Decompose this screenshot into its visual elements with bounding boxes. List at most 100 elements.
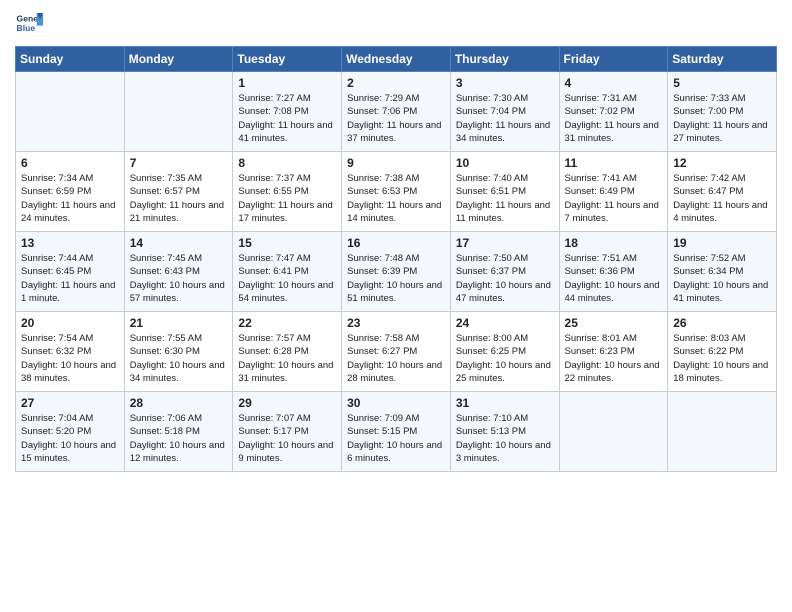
week-row-4: 20Sunrise: 7:54 AMSunset: 6:32 PMDayligh… bbox=[16, 312, 777, 392]
day-detail: Sunrise: 7:42 AMSunset: 6:47 PMDaylight:… bbox=[673, 172, 771, 225]
day-number: 2 bbox=[347, 76, 445, 90]
day-detail: Sunrise: 7:44 AMSunset: 6:45 PMDaylight:… bbox=[21, 252, 119, 305]
day-detail: Sunrise: 7:35 AMSunset: 6:57 PMDaylight:… bbox=[130, 172, 228, 225]
day-number: 14 bbox=[130, 236, 228, 250]
day-detail: Sunrise: 7:45 AMSunset: 6:43 PMDaylight:… bbox=[130, 252, 228, 305]
day-number: 23 bbox=[347, 316, 445, 330]
day-number: 19 bbox=[673, 236, 771, 250]
day-number: 12 bbox=[673, 156, 771, 170]
calendar-cell: 25Sunrise: 8:01 AMSunset: 6:23 PMDayligh… bbox=[559, 312, 668, 392]
day-detail: Sunrise: 7:57 AMSunset: 6:28 PMDaylight:… bbox=[238, 332, 336, 385]
day-number: 30 bbox=[347, 396, 445, 410]
day-number: 11 bbox=[565, 156, 663, 170]
day-detail: Sunrise: 7:33 AMSunset: 7:00 PMDaylight:… bbox=[673, 92, 771, 145]
calendar-cell: 22 Sunrise: 7:57 AMSunset: 6:28 PMDayligh… bbox=[233, 312, 342, 392]
calendar-cell: 27Sunrise: 7:04 AMSunset: 5:20 PMDayligh… bbox=[16, 392, 125, 472]
calendar-cell: 7 Sunrise: 7:35 AMSunset: 6:57 PMDaylight… bbox=[124, 152, 233, 232]
svg-text:Blue: Blue bbox=[17, 23, 36, 33]
calendar-page: General Blue SundayMondayTuesdayWednesda… bbox=[0, 0, 792, 487]
week-row-5: 27Sunrise: 7:04 AMSunset: 5:20 PMDayligh… bbox=[16, 392, 777, 472]
day-detail: Sunrise: 7:29 AMSunset: 7:06 PMDaylight:… bbox=[347, 92, 445, 145]
day-detail: Sunrise: 7:52 AMSunset: 6:34 PMDaylight:… bbox=[673, 252, 771, 305]
day-detail: Sunrise: 7:41 AMSunset: 6:49 PMDaylight:… bbox=[565, 172, 663, 225]
header: General Blue bbox=[15, 10, 777, 38]
day-detail: Sunrise: 7:50 AMSunset: 6:37 PMDaylight:… bbox=[456, 252, 554, 305]
day-detail: Sunrise: 7:54 AMSunset: 6:32 PMDaylight:… bbox=[21, 332, 119, 385]
calendar-cell: 17 Sunrise: 7:50 AMSunset: 6:37 PMDayligh… bbox=[450, 232, 559, 312]
calendar-cell: 13 Sunrise: 7:44 AMSunset: 6:45 PMDayligh… bbox=[16, 232, 125, 312]
day-number: 4 bbox=[565, 76, 663, 90]
col-header-friday: Friday bbox=[559, 47, 668, 72]
calendar-cell: 12 Sunrise: 7:42 AMSunset: 6:47 PMDayligh… bbox=[668, 152, 777, 232]
col-header-saturday: Saturday bbox=[668, 47, 777, 72]
calendar-cell: 3 Sunrise: 7:30 AMSunset: 7:04 PMDaylight… bbox=[450, 72, 559, 152]
day-detail: Sunrise: 7:55 AMSunset: 6:30 PMDaylight:… bbox=[130, 332, 228, 385]
day-detail: Sunrise: 7:38 AMSunset: 6:53 PMDaylight:… bbox=[347, 172, 445, 225]
day-detail: Sunrise: 7:06 AMSunset: 5:18 PMDaylight:… bbox=[130, 412, 228, 465]
day-number: 15 bbox=[238, 236, 336, 250]
day-detail: Sunrise: 7:10 AMSunset: 5:13 PMDaylight:… bbox=[456, 412, 554, 465]
day-detail: Sunrise: 7:37 AMSunset: 6:55 PMDaylight:… bbox=[238, 172, 336, 225]
day-number: 9 bbox=[347, 156, 445, 170]
day-detail: Sunrise: 7:31 AMSunset: 7:02 PMDaylight:… bbox=[565, 92, 663, 145]
day-number: 26 bbox=[673, 316, 771, 330]
week-row-3: 13 Sunrise: 7:44 AMSunset: 6:45 PMDayligh… bbox=[16, 232, 777, 312]
day-number: 3 bbox=[456, 76, 554, 90]
day-number: 8 bbox=[238, 156, 336, 170]
calendar-cell: 15 Sunrise: 7:47 AMSunset: 6:41 PMDayligh… bbox=[233, 232, 342, 312]
day-detail: Sunrise: 7:27 AMSunset: 7:08 PMDaylight:… bbox=[238, 92, 336, 145]
calendar-cell bbox=[124, 72, 233, 152]
day-detail: Sunrise: 8:01 AMSunset: 6:23 PMDaylight:… bbox=[565, 332, 663, 385]
day-detail: Sunrise: 7:47 AMSunset: 6:41 PMDaylight:… bbox=[238, 252, 336, 305]
calendar-cell: 24Sunrise: 8:00 AMSunset: 6:25 PMDayligh… bbox=[450, 312, 559, 392]
week-row-2: 6 Sunrise: 7:34 AMSunset: 6:59 PMDaylight… bbox=[16, 152, 777, 232]
calendar-cell: 4 Sunrise: 7:31 AMSunset: 7:02 PMDaylight… bbox=[559, 72, 668, 152]
calendar-cell: 5 Sunrise: 7:33 AMSunset: 7:00 PMDaylight… bbox=[668, 72, 777, 152]
day-number: 5 bbox=[673, 76, 771, 90]
day-number: 10 bbox=[456, 156, 554, 170]
day-number: 21 bbox=[130, 316, 228, 330]
calendar-cell: 31Sunrise: 7:10 AMSunset: 5:13 PMDayligh… bbox=[450, 392, 559, 472]
calendar-cell: 21 Sunrise: 7:55 AMSunset: 6:30 PMDayligh… bbox=[124, 312, 233, 392]
day-detail: Sunrise: 7:40 AMSunset: 6:51 PMDaylight:… bbox=[456, 172, 554, 225]
day-number: 1 bbox=[238, 76, 336, 90]
day-detail: Sunrise: 7:09 AMSunset: 5:15 PMDaylight:… bbox=[347, 412, 445, 465]
day-number: 6 bbox=[21, 156, 119, 170]
calendar-cell: 19 Sunrise: 7:52 AMSunset: 6:34 PMDayligh… bbox=[668, 232, 777, 312]
calendar-cell: 11 Sunrise: 7:41 AMSunset: 6:49 PMDayligh… bbox=[559, 152, 668, 232]
day-detail: Sunrise: 7:48 AMSunset: 6:39 PMDaylight:… bbox=[347, 252, 445, 305]
calendar-cell bbox=[16, 72, 125, 152]
col-header-monday: Monday bbox=[124, 47, 233, 72]
day-number: 16 bbox=[347, 236, 445, 250]
calendar-cell: 18Sunrise: 7:51 AMSunset: 6:36 PMDayligh… bbox=[559, 232, 668, 312]
header-row: SundayMondayTuesdayWednesdayThursdayFrid… bbox=[16, 47, 777, 72]
calendar-cell: 14 Sunrise: 7:45 AMSunset: 6:43 PMDayligh… bbox=[124, 232, 233, 312]
day-number: 28 bbox=[130, 396, 228, 410]
day-detail: Sunrise: 7:07 AMSunset: 5:17 PMDaylight:… bbox=[238, 412, 336, 465]
day-detail: Sunrise: 7:04 AMSunset: 5:20 PMDaylight:… bbox=[21, 412, 119, 465]
calendar-cell: 26Sunrise: 8:03 AMSunset: 6:22 PMDayligh… bbox=[668, 312, 777, 392]
calendar-cell bbox=[559, 392, 668, 472]
day-number: 17 bbox=[456, 236, 554, 250]
day-number: 29 bbox=[238, 396, 336, 410]
day-number: 24 bbox=[456, 316, 554, 330]
day-number: 13 bbox=[21, 236, 119, 250]
calendar-cell: 9 Sunrise: 7:38 AMSunset: 6:53 PMDaylight… bbox=[342, 152, 451, 232]
day-number: 22 bbox=[238, 316, 336, 330]
calendar-cell: 30 Sunrise: 7:09 AMSunset: 5:15 PMDayligh… bbox=[342, 392, 451, 472]
week-row-1: 1 Sunrise: 7:27 AMSunset: 7:08 PMDaylight… bbox=[16, 72, 777, 152]
day-detail: Sunrise: 7:34 AMSunset: 6:59 PMDaylight:… bbox=[21, 172, 119, 225]
calendar-cell: 16 Sunrise: 7:48 AMSunset: 6:39 PMDayligh… bbox=[342, 232, 451, 312]
calendar-cell: 28 Sunrise: 7:06 AMSunset: 5:18 PMDayligh… bbox=[124, 392, 233, 472]
col-header-sunday: Sunday bbox=[16, 47, 125, 72]
day-detail: Sunrise: 7:58 AMSunset: 6:27 PMDaylight:… bbox=[347, 332, 445, 385]
logo: General Blue bbox=[15, 10, 45, 38]
day-number: 18 bbox=[565, 236, 663, 250]
col-header-wednesday: Wednesday bbox=[342, 47, 451, 72]
day-number: 7 bbox=[130, 156, 228, 170]
calendar-cell: 23 Sunrise: 7:58 AMSunset: 6:27 PMDayligh… bbox=[342, 312, 451, 392]
col-header-tuesday: Tuesday bbox=[233, 47, 342, 72]
day-detail: Sunrise: 7:30 AMSunset: 7:04 PMDaylight:… bbox=[456, 92, 554, 145]
col-header-thursday: Thursday bbox=[450, 47, 559, 72]
calendar-cell: 29 Sunrise: 7:07 AMSunset: 5:17 PMDayligh… bbox=[233, 392, 342, 472]
